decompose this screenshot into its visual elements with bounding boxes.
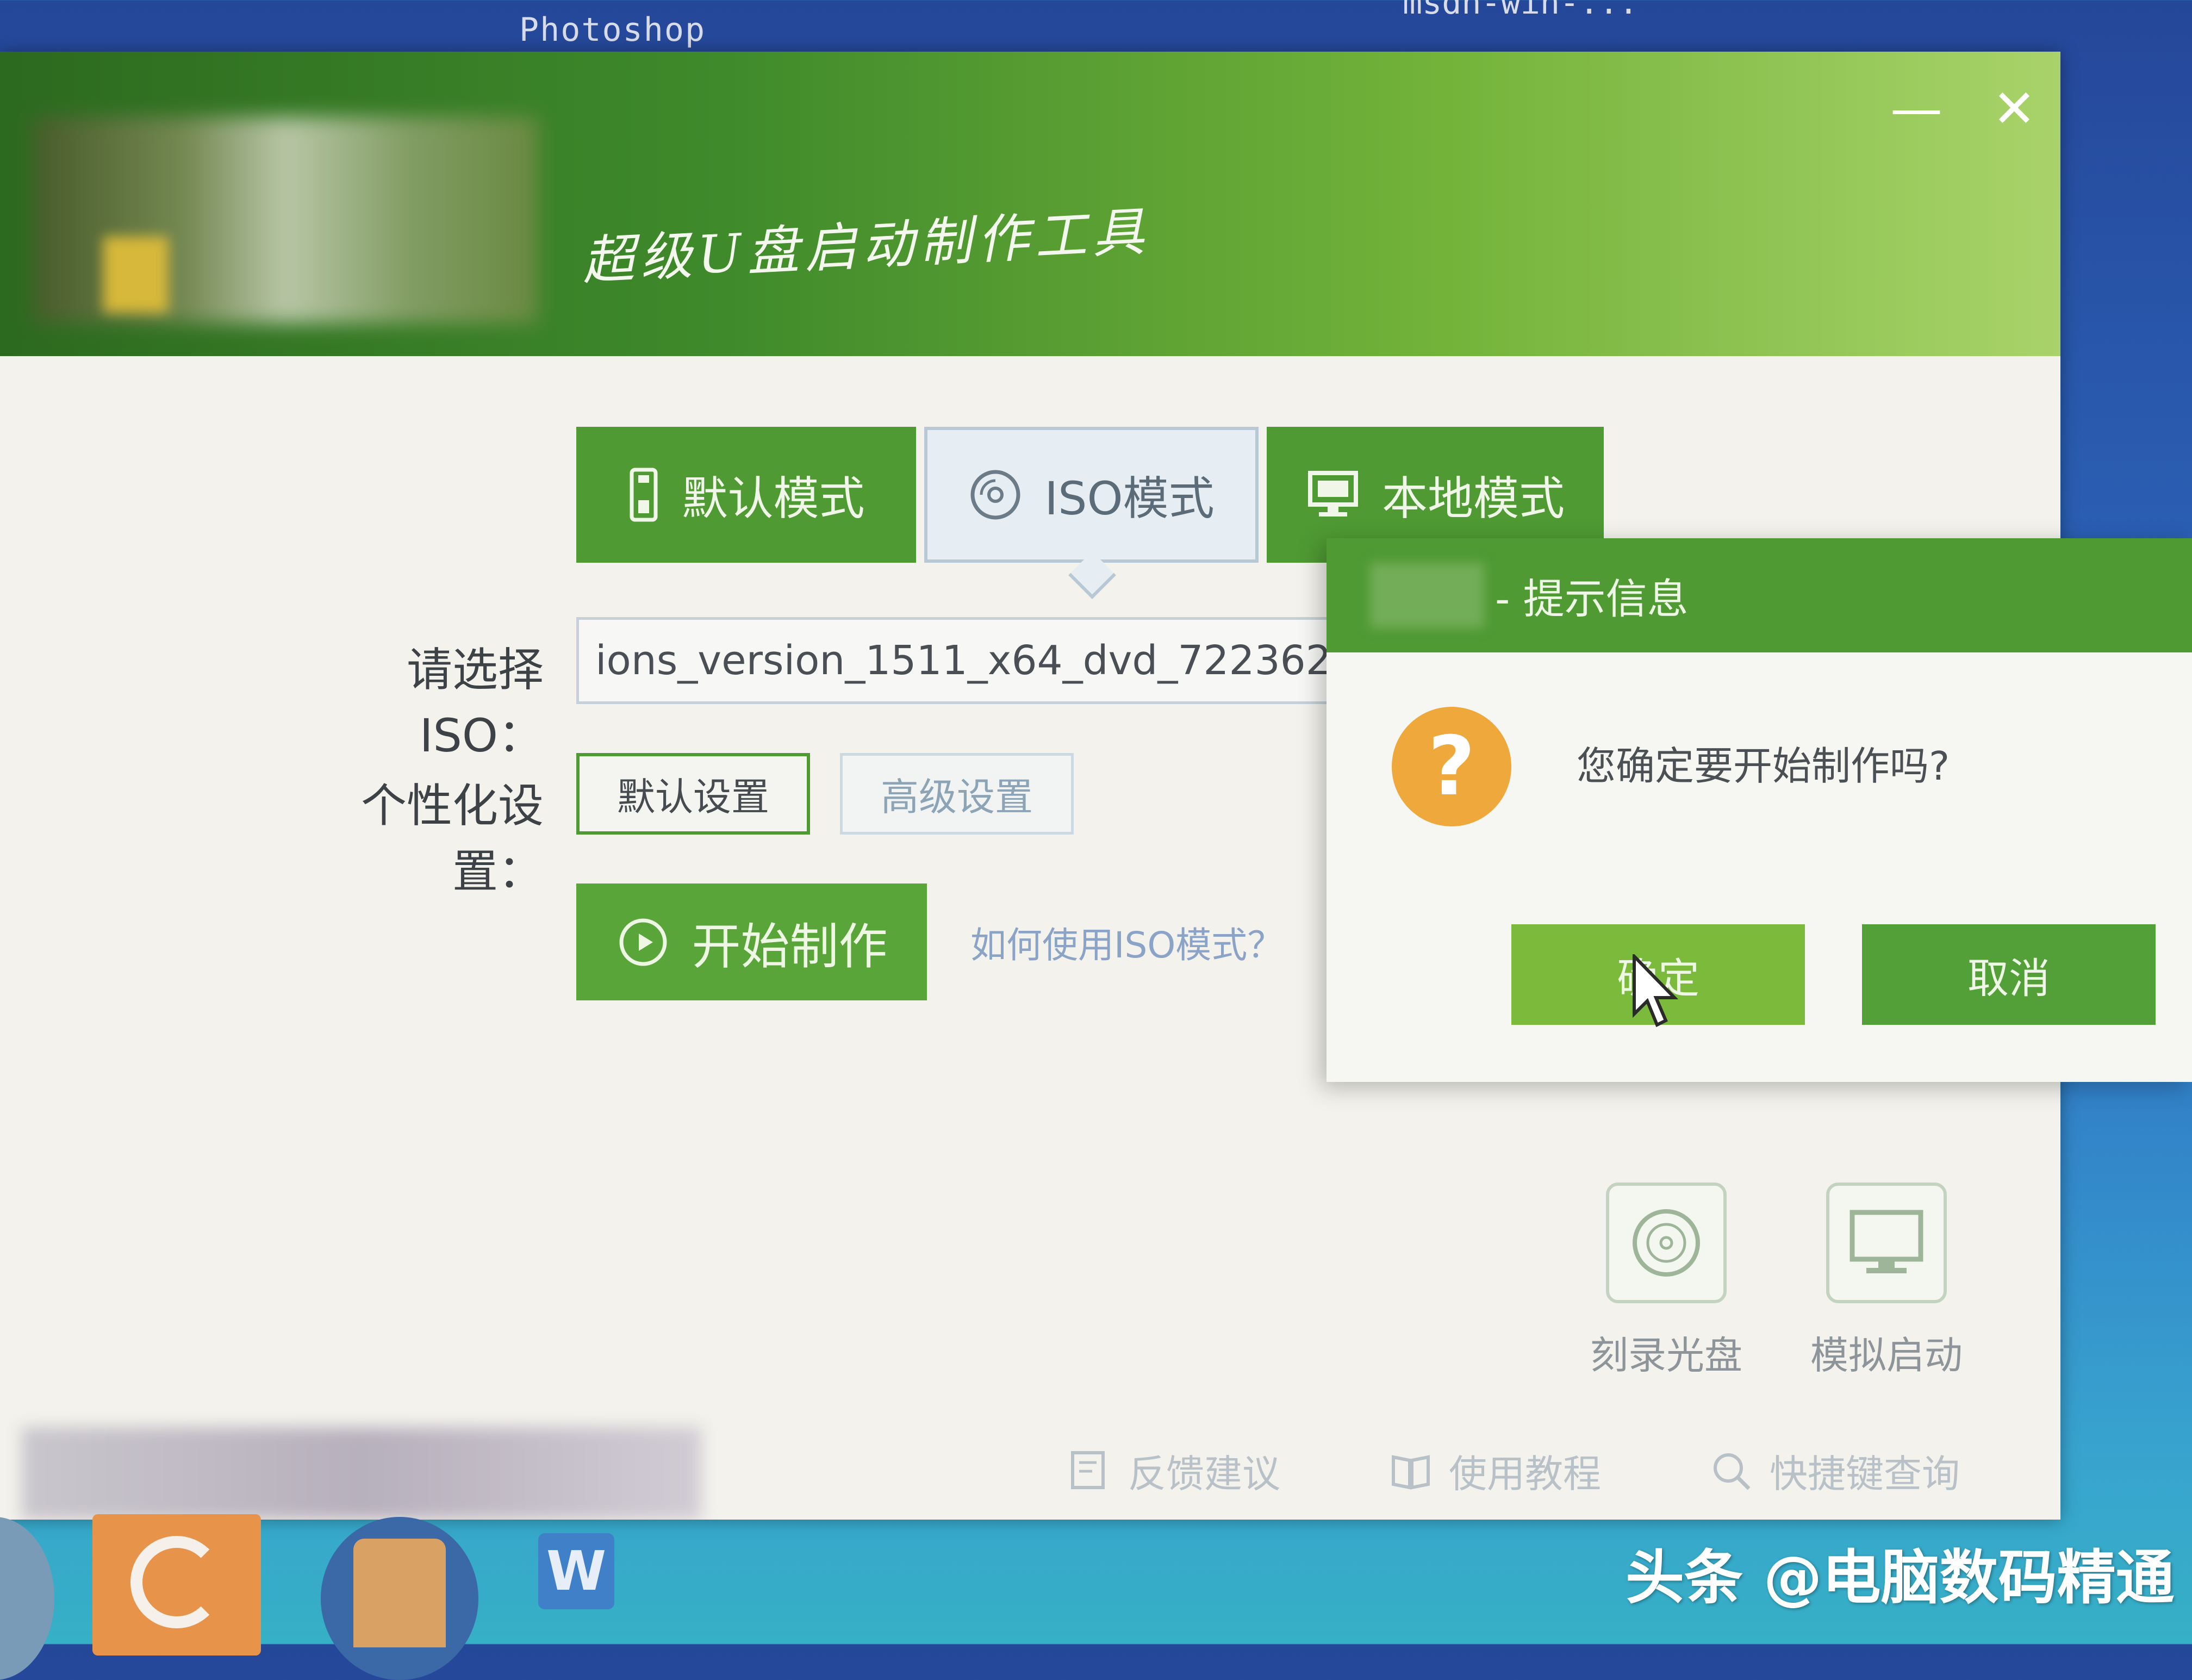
burn-disc-tool[interactable]: 刻录光盘 — [1577, 1183, 1756, 1389]
footer-info-blurred — [22, 1427, 701, 1520]
feedback-link[interactable]: 反馈建议 — [1068, 1443, 1280, 1498]
dialog-message: 您确定要开始制作吗? — [1577, 743, 1950, 789]
desktop-icon-label-photoshop[interactable]: Photoshop — [519, 11, 706, 49]
desktop-icon-label-msdn[interactable]: msdn-win-... — [1403, 0, 1638, 22]
confirm-dialog: - 提示信息 ? 您确定要开始制作吗? 确定 取消 — [1327, 538, 2192, 1082]
tab-label: 默认模式 — [682, 471, 865, 525]
start-button-label: 开始制作 — [692, 918, 888, 975]
app-logo-mark — [103, 237, 169, 313]
taskbar-pdf-icon[interactable] — [92, 1514, 261, 1656]
taskbar-app-icon[interactable] — [0, 1517, 54, 1680]
advanced-settings-button[interactable]: 高级设置 — [840, 753, 1074, 835]
search-icon — [1710, 1449, 1753, 1493]
feedback-icon — [1068, 1449, 1112, 1493]
disc-burn-icon — [1606, 1183, 1727, 1303]
close-button[interactable]: ✕ — [1984, 79, 2044, 139]
mouse-cursor-icon — [1631, 952, 1680, 1032]
burn-disc-label: 刻录光盘 — [1590, 1333, 1742, 1378]
dialog-header: - 提示信息 — [1327, 538, 2192, 652]
tab-label: ISO模式 — [1044, 471, 1215, 525]
cancel-button[interactable]: 取消 — [1862, 924, 2156, 1025]
minimize-button[interactable]: — — [1886, 79, 1946, 139]
tab-label: 本地模式 — [1381, 471, 1565, 525]
taskbar-word-icon[interactable]: W — [538, 1533, 614, 1609]
play-circle-icon — [616, 915, 670, 969]
title-bar: 超级U盘启动制作工具 — ✕ — [0, 52, 2060, 356]
tab-iso-mode[interactable]: ISO模式 — [924, 427, 1259, 563]
app-title: 超级U盘启动制作工具 — [581, 201, 1151, 292]
usb-drive-icon — [627, 468, 660, 522]
iso-path-input[interactable] — [576, 617, 1348, 704]
iso-help-link[interactable]: 如何使用ISO模式？ — [970, 916, 1283, 968]
dialog-app-name-blurred — [1370, 563, 1484, 628]
tutorial-label: 使用教程 — [1449, 1452, 1601, 1496]
shortcut-query-link[interactable]: 快捷键查询 — [1710, 1443, 1960, 1498]
start-button[interactable]: 开始制作 — [576, 883, 927, 1000]
question-icon: ? — [1392, 707, 1511, 826]
iso-select-label: 请选择ISO： — [406, 643, 544, 762]
disc-icon — [968, 468, 1023, 522]
taskbar-installer-icon[interactable] — [321, 1517, 478, 1680]
simulate-boot-tool[interactable]: 模拟启动 — [1797, 1183, 1976, 1389]
watermark: 头条 @电脑数码精通 — [1626, 1544, 2175, 1612]
default-settings-button[interactable]: 默认设置 — [576, 753, 810, 835]
shortcut-query-label: 快捷键查询 — [1770, 1452, 1960, 1496]
tutorial-link[interactable]: 使用教程 — [1389, 1443, 1601, 1498]
personalize-label: 个性化设置： — [360, 779, 544, 898]
monitor-icon — [1826, 1183, 1947, 1303]
monitor-icon — [1306, 468, 1360, 522]
dialog-title: - 提示信息 — [1495, 575, 1689, 623]
book-icon — [1389, 1449, 1433, 1493]
tab-default-mode[interactable]: 默认模式 — [576, 427, 916, 563]
simulate-boot-label: 模拟启动 — [1810, 1333, 1963, 1378]
feedback-label: 反馈建议 — [1128, 1452, 1280, 1496]
